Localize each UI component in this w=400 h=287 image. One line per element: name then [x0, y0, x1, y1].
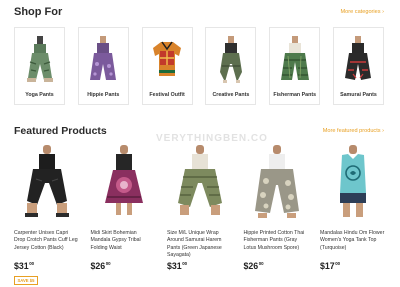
product-image[interactable]: [244, 143, 310, 221]
price-cents: 00: [182, 261, 188, 266]
category-label: Hippie Pants: [87, 92, 120, 98]
more-categories-link[interactable]: More categories ›: [340, 9, 384, 15]
category-card-creative-pants[interactable]: Creative Pants: [205, 27, 257, 105]
price-dollars: $26: [90, 261, 106, 271]
product-image[interactable]: [320, 143, 386, 221]
fisherman-pants-image: [277, 34, 313, 86]
product-price: $2600: [244, 261, 310, 271]
shop-for-header: Shop For More categories ›: [14, 6, 384, 18]
price-dollars: $31: [14, 261, 29, 271]
product-price: $3100: [14, 261, 80, 271]
category-label: Samurai Pants: [340, 92, 377, 98]
category-label: Fisherman Pants: [273, 92, 317, 98]
hippie-pants-image: [85, 34, 121, 86]
product-list: Carpenter Unisex Capri Drop Crotch Pants…: [14, 143, 386, 285]
creative-pants-image: [213, 34, 249, 86]
product-card: Hippie Printed Cotton Thai Fisherman Pan…: [244, 143, 310, 285]
product-image[interactable]: [167, 143, 233, 221]
product-image[interactable]: [91, 143, 157, 221]
product-name[interactable]: Mandalas Hindu Om Flower Women's Yoga Ta…: [320, 230, 386, 260]
category-card-yoga-pants[interactable]: Yoga Pants: [14, 27, 65, 105]
more-featured-products-link[interactable]: More featured products ›: [323, 128, 384, 134]
category-card-hippie-pants[interactable]: Hippie Pants: [77, 27, 129, 105]
price-cents: 00: [29, 261, 35, 266]
category-list: Yoga Pants Hippie Pants Festival Outfit …: [14, 27, 384, 105]
category-label: Yoga Pants: [25, 92, 54, 98]
samurai-pants-image: [340, 34, 376, 86]
product-image[interactable]: [14, 143, 80, 221]
product-card: Size M/L Unique Wrap Around Samurai Hare…: [167, 143, 233, 285]
festival-shirt-image: [149, 34, 185, 86]
featured-products-title: Featured Products: [14, 125, 107, 137]
price-dollars: $26: [243, 261, 259, 271]
product-name[interactable]: Size M/L Unique Wrap Around Samurai Hare…: [167, 230, 233, 260]
product-price: $1700: [320, 261, 386, 271]
category-label: Festival Outfit: [149, 92, 185, 98]
save-badge: SAVE $5: [14, 276, 38, 285]
product-card: Carpenter Unisex Capri Drop Crotch Pants…: [14, 143, 80, 285]
price-cents: 00: [258, 261, 264, 266]
yoga-pants-image: [22, 34, 58, 86]
category-card-festival-outfit[interactable]: Festival Outfit: [141, 27, 193, 105]
product-price: $2600: [91, 261, 157, 271]
price-dollars: $17: [320, 261, 335, 271]
category-card-fisherman-pants[interactable]: Fisherman Pants: [269, 27, 321, 105]
product-name[interactable]: Midi Skirt Bohemian Mandala Gypsy Tribal…: [91, 230, 157, 260]
price-cents: 00: [335, 261, 341, 266]
price-cents: 00: [105, 261, 111, 266]
shop-for-title: Shop For: [14, 6, 63, 18]
category-label: Creative Pants: [212, 92, 250, 98]
product-price: $3100: [167, 261, 233, 271]
product-card: Midi Skirt Bohemian Mandala Gypsy Tribal…: [91, 143, 157, 285]
price-dollars: $31: [167, 261, 182, 271]
category-card-samurai-pants[interactable]: Samurai Pants: [332, 27, 384, 105]
product-name[interactable]: Carpenter Unisex Capri Drop Crotch Pants…: [14, 230, 80, 260]
product-card: Mandalas Hindu Om Flower Women's Yoga Ta…: [320, 143, 386, 285]
product-name[interactable]: Hippie Printed Cotton Thai Fisherman Pan…: [244, 230, 310, 260]
